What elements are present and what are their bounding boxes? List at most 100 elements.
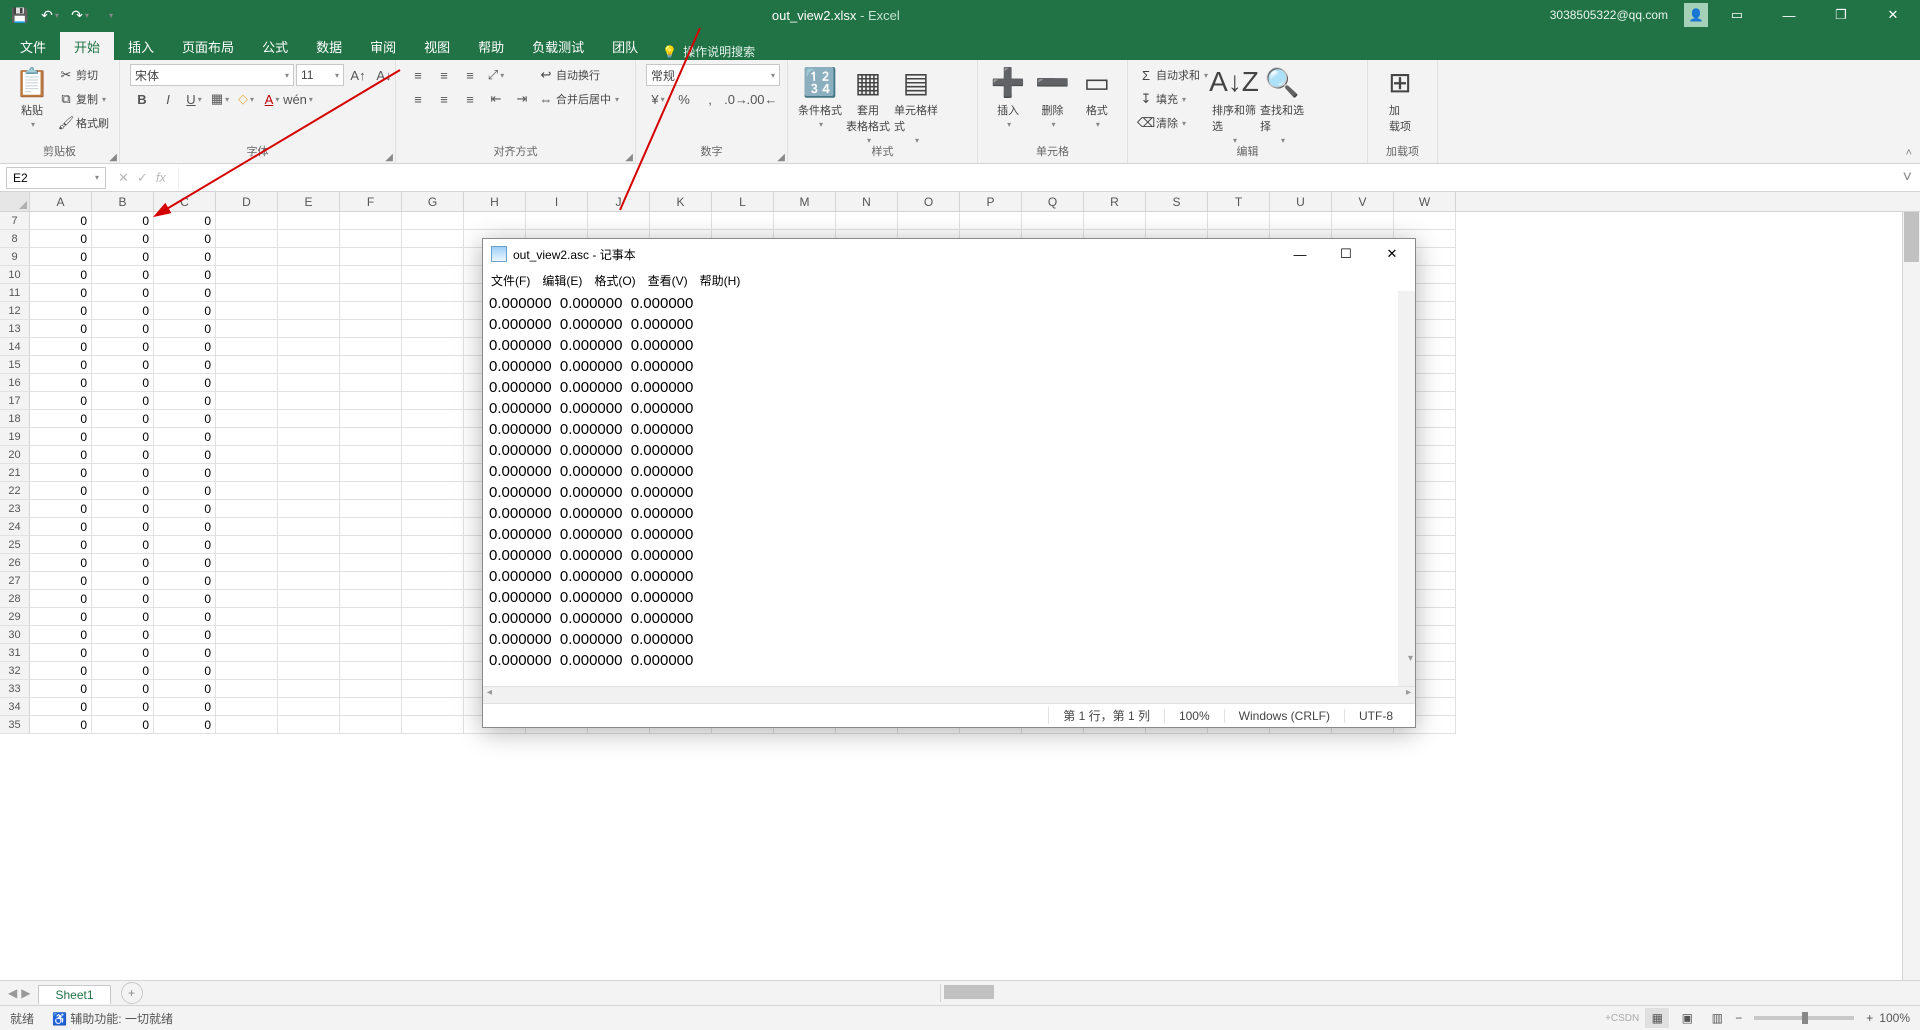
notepad-horizontal-scrollbar[interactable]: ◂▸	[483, 686, 1415, 703]
column-header-T[interactable]: T	[1208, 192, 1270, 211]
cancel-formula-icon[interactable]: ✕	[118, 170, 129, 186]
cell[interactable]	[402, 572, 464, 590]
row-header[interactable]: 16	[0, 374, 30, 392]
bold-button[interactable]: B	[130, 88, 154, 110]
cell[interactable]: 0	[92, 320, 154, 338]
row-header[interactable]: 23	[0, 500, 30, 518]
cell[interactable]	[402, 320, 464, 338]
cell[interactable]	[216, 410, 278, 428]
notepad-menu-item[interactable]: 编辑(E)	[542, 272, 582, 289]
cell[interactable]	[402, 518, 464, 536]
cell[interactable]: 0	[30, 680, 92, 698]
cell[interactable]: 0	[30, 482, 92, 500]
cell[interactable]	[278, 302, 340, 320]
cell[interactable]: 0	[154, 518, 216, 536]
comma-format-icon[interactable]: ,	[698, 88, 722, 110]
cell[interactable]	[960, 212, 1022, 230]
notepad-window[interactable]: out_view2.asc - 记事本 ― ☐ ✕ 文件(F)编辑(E)格式(O…	[482, 238, 1416, 728]
merge-center-button[interactable]: ⇔合并后居中▾	[538, 88, 619, 110]
cell[interactable]: 0	[154, 662, 216, 680]
cell[interactable]	[340, 482, 402, 500]
cell[interactable]: 0	[30, 536, 92, 554]
accessibility-status[interactable]: ♿ 辅助功能: 一切就绪	[52, 1010, 173, 1027]
cell[interactable]: 0	[92, 302, 154, 320]
fx-icon[interactable]: fx	[156, 170, 166, 185]
cell[interactable]: 0	[154, 626, 216, 644]
cell[interactable]: 0	[92, 392, 154, 410]
cell[interactable]: 0	[92, 266, 154, 284]
cell[interactable]	[1332, 212, 1394, 230]
cell[interactable]	[340, 374, 402, 392]
cell[interactable]	[712, 212, 774, 230]
user-email[interactable]: 3038505322@qq.com	[1550, 8, 1668, 22]
column-header-V[interactable]: V	[1332, 192, 1394, 211]
cell[interactable]	[340, 518, 402, 536]
cell[interactable]: 0	[92, 518, 154, 536]
tab-插入[interactable]: 插入	[114, 32, 168, 60]
cell[interactable]	[340, 212, 402, 230]
cell[interactable]	[278, 536, 340, 554]
cell[interactable]	[278, 644, 340, 662]
cell[interactable]	[216, 590, 278, 608]
add-sheet-button[interactable]: +	[121, 982, 143, 1004]
cell[interactable]: 0	[30, 644, 92, 662]
notepad-maximize-button[interactable]: ☐	[1323, 239, 1369, 269]
fill-button[interactable]: ↧填充▾	[1138, 88, 1208, 110]
zoom-in-icon[interactable]: +	[1866, 1011, 1873, 1025]
cell[interactable]: 0	[30, 662, 92, 680]
cell[interactable]	[278, 212, 340, 230]
cell[interactable]	[278, 248, 340, 266]
cell[interactable]: 0	[30, 212, 92, 230]
cell[interactable]: 0	[154, 230, 216, 248]
cell[interactable]: 0	[154, 428, 216, 446]
cell-styles-button[interactable]: ▤单元格样式▾	[894, 64, 938, 145]
cell[interactable]	[278, 482, 340, 500]
increase-font-icon[interactable]: A↑	[346, 64, 370, 86]
cell[interactable]: 0	[154, 356, 216, 374]
wrap-text-button[interactable]: ↩自动换行	[538, 64, 619, 86]
column-header-B[interactable]: B	[92, 192, 154, 211]
tab-公式[interactable]: 公式	[248, 32, 302, 60]
cell[interactable]: 0	[154, 536, 216, 554]
avatar[interactable]: 👤	[1684, 3, 1708, 27]
cell[interactable]	[216, 338, 278, 356]
cell[interactable]	[402, 608, 464, 626]
zoom-slider[interactable]	[1754, 1016, 1854, 1020]
cell[interactable]: 0	[92, 716, 154, 734]
notepad-text-area[interactable]: 0.000000 0.000000 0.000000 0.000000 0.00…	[483, 291, 1415, 686]
cell[interactable]	[340, 392, 402, 410]
row-header[interactable]: 34	[0, 698, 30, 716]
cell[interactable]	[278, 428, 340, 446]
cell[interactable]	[402, 662, 464, 680]
cell[interactable]: 0	[154, 248, 216, 266]
column-header-E[interactable]: E	[278, 192, 340, 211]
cell[interactable]	[402, 554, 464, 572]
cell[interactable]	[340, 554, 402, 572]
expand-formula-bar-icon[interactable]: ˅	[1895, 169, 1920, 187]
cell[interactable]	[340, 410, 402, 428]
cell[interactable]	[464, 212, 526, 230]
cell[interactable]	[216, 266, 278, 284]
enter-formula-icon[interactable]: ✓	[137, 170, 148, 186]
dialog-launcher-icon[interactable]: ◢	[625, 152, 633, 163]
cell[interactable]	[526, 212, 588, 230]
cell[interactable]	[216, 392, 278, 410]
delete-cells-button[interactable]: ➖删除▾	[1032, 64, 1072, 129]
cell[interactable]: 0	[30, 338, 92, 356]
column-header-C[interactable]: C	[154, 192, 216, 211]
cell[interactable]	[340, 572, 402, 590]
cell[interactable]	[278, 590, 340, 608]
row-header[interactable]: 19	[0, 428, 30, 446]
tab-页面布局[interactable]: 页面布局	[168, 32, 248, 60]
cell[interactable]: 0	[92, 698, 154, 716]
cell[interactable]	[216, 248, 278, 266]
cell[interactable]: 0	[92, 626, 154, 644]
cell[interactable]: 0	[154, 302, 216, 320]
fill-color-button[interactable]: ◇▾	[234, 88, 258, 110]
notepad-menu-item[interactable]: 查看(V)	[648, 272, 688, 289]
cell[interactable]	[402, 626, 464, 644]
cell[interactable]: 0	[30, 392, 92, 410]
row-header[interactable]: 11	[0, 284, 30, 302]
column-header-I[interactable]: I	[526, 192, 588, 211]
cell[interactable]: 0	[154, 716, 216, 734]
